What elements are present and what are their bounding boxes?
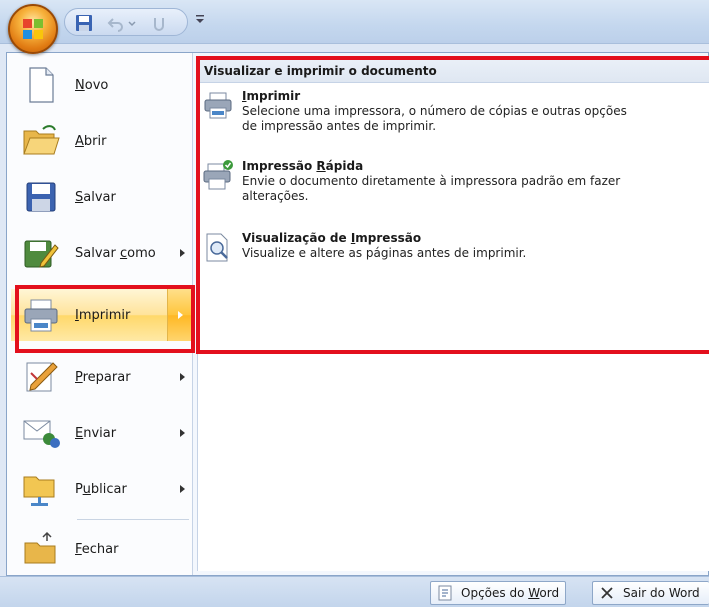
save-icon [26, 182, 56, 212]
menu-item-label: Abrir [75, 133, 107, 149]
undo-dropdown-icon[interactable] [127, 14, 137, 32]
customize-toolbar-icon[interactable] [195, 12, 205, 26]
menu-item-label: Enviar [75, 425, 117, 441]
exit-word-label: Sair do Word [623, 586, 700, 600]
submenu-arrow-icon [180, 485, 185, 493]
save-as-icon [24, 240, 59, 268]
save-icon[interactable] [75, 14, 93, 32]
quick-access-toolbar [64, 8, 188, 36]
close-folder-icon [24, 531, 56, 564]
menu-item-label: Salvar como [75, 245, 156, 261]
menu-item-label: Fechar [75, 541, 119, 557]
submenu-arrow-icon [180, 373, 185, 381]
office-logo-icon [23, 19, 43, 39]
menu-item-preparar[interactable]: Preparar [11, 351, 191, 403]
send-icon [23, 420, 60, 448]
menu-item-abrir[interactable]: Abrir [11, 115, 191, 167]
submenu-arrow-icon [180, 249, 185, 257]
redo-icon[interactable] [151, 14, 169, 32]
menu-item-salvar[interactable]: Salvar [11, 171, 191, 223]
menu-separator [77, 519, 189, 520]
menu-item-label: Novo [75, 77, 109, 93]
prepare-icon [26, 362, 58, 392]
highlight-box-panel [196, 56, 709, 354]
menu-item-enviar[interactable]: Enviar [11, 407, 191, 459]
menu-item-label: Preparar [75, 369, 131, 385]
new-document-icon [29, 67, 54, 103]
word-options-label: Opções do Word [461, 586, 560, 600]
exit-word-button[interactable]: Sair do Word [592, 581, 709, 605]
word-options-button[interactable]: Opções do Word [430, 581, 567, 605]
menu-footer: Opções do Word Sair do Word [0, 576, 709, 607]
publish-icon [23, 476, 55, 506]
menu-item-salvar-como[interactable]: Salvar como [11, 227, 191, 279]
menu-item-novo[interactable]: Novo [11, 59, 191, 111]
close-icon [601, 587, 613, 599]
menu-item-label: Salvar [75, 189, 116, 205]
office-button[interactable] [8, 4, 58, 54]
submenu-arrow-icon [180, 429, 185, 437]
menu-item-fechar[interactable]: Fechar [11, 523, 191, 575]
open-folder-icon [23, 125, 60, 155]
menu-item-publicar[interactable]: Publicar [11, 463, 191, 515]
highlight-box-imprimir [15, 285, 195, 353]
menu-item-label: Publicar [75, 481, 127, 497]
options-icon [438, 585, 452, 601]
undo-icon[interactable] [107, 14, 125, 32]
